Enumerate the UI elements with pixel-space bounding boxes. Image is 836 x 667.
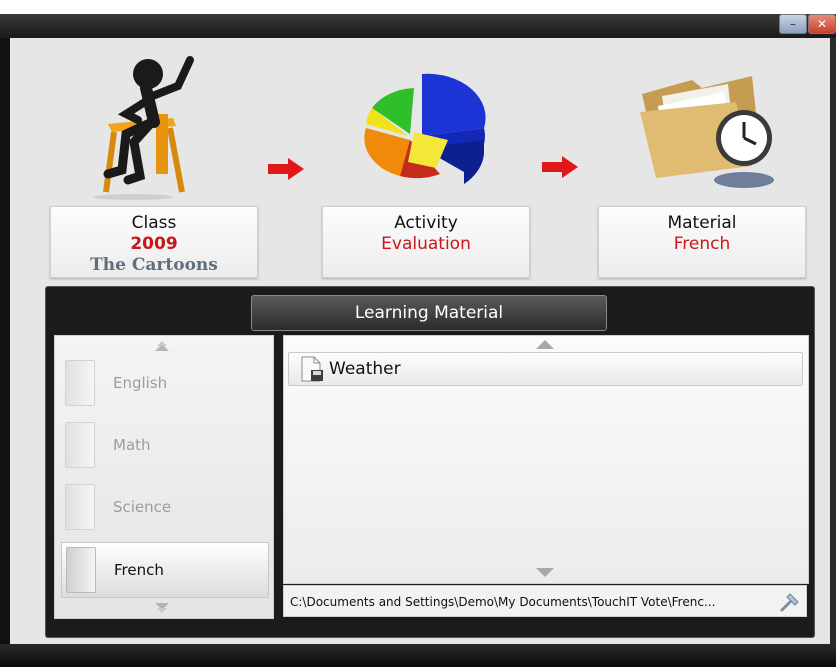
activity-value: Evaluation	[381, 234, 471, 254]
arrow-right-icon	[542, 156, 578, 178]
learning-material-panel: Learning Material English Math Science F…	[45, 286, 815, 638]
document-icon	[65, 422, 95, 468]
window-controls: – ✕	[778, 14, 836, 34]
material-value: French	[673, 234, 731, 254]
scroll-down-icon[interactable]	[536, 568, 554, 577]
class-label: Class	[131, 213, 177, 233]
subject-label: English	[113, 374, 168, 392]
tools-icon[interactable]	[778, 592, 800, 612]
document-icon	[66, 547, 96, 593]
subject-label: Math	[113, 436, 151, 454]
path-text: C:\Documents and Settings\Demo\My Docume…	[290, 595, 716, 609]
class-year: 2009	[130, 234, 178, 254]
class-icon[interactable]	[78, 52, 208, 202]
scroll-down-icon[interactable]	[155, 602, 169, 614]
material-label: Material	[667, 213, 737, 233]
document-icon	[65, 484, 95, 530]
panel-title: Learning Material	[251, 295, 607, 331]
path-bar: C:\Documents and Settings\Demo\My Docume…	[283, 585, 807, 617]
window-edge	[830, 38, 836, 644]
subject-item-math[interactable]: Math	[61, 418, 267, 472]
class-group: The Cartoons	[90, 255, 218, 275]
title-bar	[0, 0, 836, 14]
document-icon	[65, 360, 95, 406]
close-icon: ✕	[816, 17, 828, 31]
app-window: – ✕ Class 2009 The Cartoons Activity Eva…	[0, 0, 836, 667]
file-list: Weather	[283, 335, 809, 584]
material-card[interactable]: Material French	[598, 206, 806, 278]
subject-label: French	[114, 561, 164, 579]
bottom-bar	[0, 644, 836, 667]
close-button[interactable]: ✕	[808, 14, 836, 34]
activity-label: Activity	[394, 213, 458, 233]
material-icon[interactable]	[632, 66, 774, 190]
file-item-weather[interactable]: Weather	[288, 352, 803, 386]
arrow-right-icon	[268, 158, 304, 180]
minimize-button[interactable]: –	[779, 14, 807, 34]
class-card[interactable]: Class 2009 The Cartoons	[50, 206, 258, 278]
subject-item-french[interactable]: French	[61, 542, 269, 598]
subject-item-english[interactable]: English	[61, 356, 267, 410]
subject-label: Science	[113, 498, 172, 516]
scroll-up-icon[interactable]	[155, 340, 169, 352]
minimize-icon: –	[790, 17, 796, 31]
file-label: Weather	[329, 359, 401, 379]
scroll-up-icon[interactable]	[536, 340, 554, 349]
subject-list: English Math Science French	[54, 335, 274, 619]
top-bar	[0, 14, 836, 38]
activity-card[interactable]: Activity Evaluation	[322, 206, 530, 278]
document-save-icon	[301, 356, 323, 382]
subject-item-science[interactable]: Science	[61, 480, 267, 534]
activity-icon[interactable]	[352, 58, 500, 198]
